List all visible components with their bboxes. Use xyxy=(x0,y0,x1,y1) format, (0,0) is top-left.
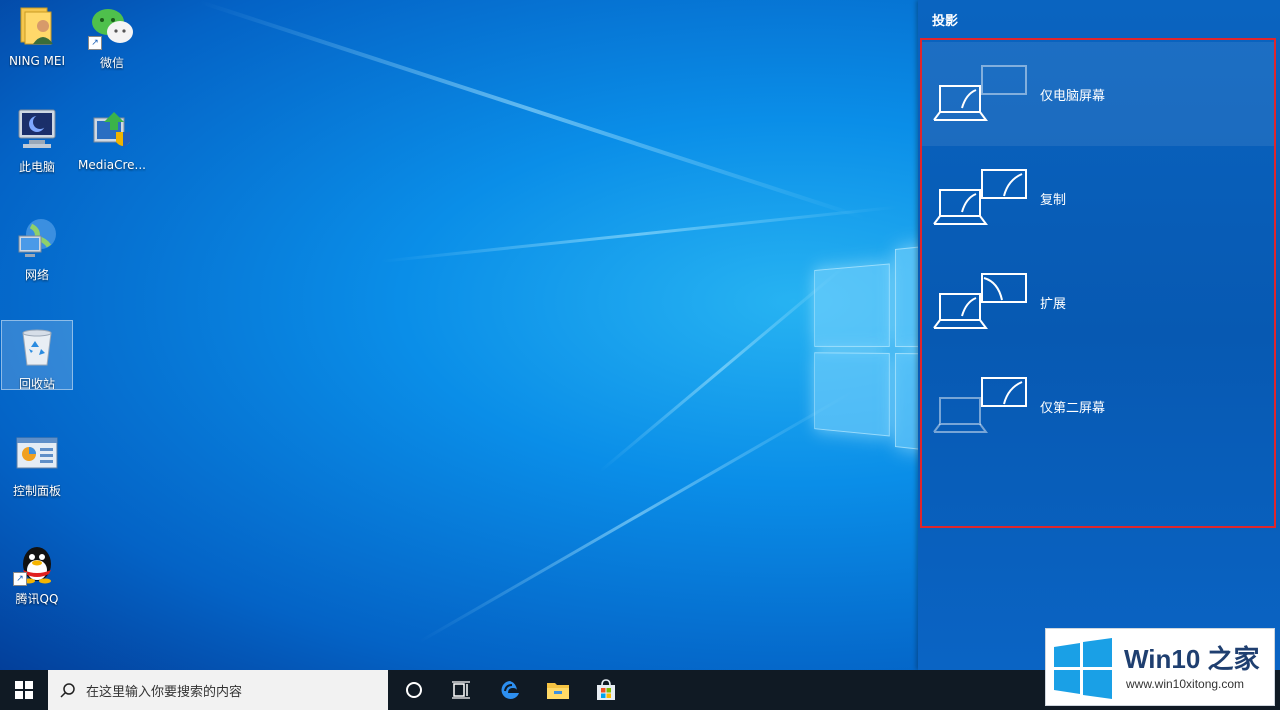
shortcut-arrow-icon: ↗ xyxy=(88,36,102,50)
control-panel-icon xyxy=(15,432,59,476)
desktop-icon-label: 腾讯QQ xyxy=(15,592,59,606)
project-options-highlight: 仅电脑屏幕 复制 扩展 仅第二屏幕 xyxy=(920,38,1276,528)
watermark: Win10 之家 www.win10xitong.com xyxy=(1045,628,1275,706)
desktop-icon-qq[interactable]: ↗ 腾讯QQ xyxy=(1,536,73,636)
desktop-icon-recycle-bin[interactable]: 回收站 xyxy=(1,320,73,390)
cortana-icon xyxy=(406,682,422,698)
option-label: 仅电脑屏幕 xyxy=(1040,88,1106,104)
wallpaper-beam xyxy=(199,0,867,221)
task-view-button[interactable] xyxy=(438,670,486,710)
desktop-icon-network[interactable]: 网络 xyxy=(1,212,73,312)
desktop-icon-wechat[interactable]: ↗ 微信 xyxy=(76,0,148,100)
option-label: 仅第二屏幕 xyxy=(1040,400,1106,416)
search-box[interactable]: 在这里输入你要搜索的内容 xyxy=(48,670,388,710)
edge-button[interactable] xyxy=(486,670,534,710)
search-placeholder: 在这里输入你要搜索的内容 xyxy=(86,684,243,700)
file-explorer-button[interactable] xyxy=(534,670,582,710)
start-icon xyxy=(15,681,33,699)
desktop-icon-label: 控制面板 xyxy=(12,484,61,498)
option-second-screen-only[interactable]: 仅第二屏幕 xyxy=(922,354,1274,458)
duplicate-icon xyxy=(932,168,1032,228)
task-view-icon xyxy=(452,681,470,699)
search-icon xyxy=(60,683,75,698)
watermark-url: www.win10xitong.com xyxy=(1126,677,1245,691)
shortcut-arrow-icon: ↗ xyxy=(13,572,27,586)
store-button[interactable] xyxy=(582,670,630,710)
wallpaper-beam xyxy=(419,390,854,643)
file-explorer-icon xyxy=(547,683,569,699)
option-pc-screen-only[interactable]: 仅电脑屏幕 xyxy=(922,42,1274,146)
panel-title: 投影 xyxy=(932,14,959,29)
desktop-icon-label: MediaCre... xyxy=(78,158,146,172)
option-extend[interactable]: 扩展 xyxy=(922,250,1274,354)
qq-icon: ↗ xyxy=(13,540,59,586)
wallpaper-beam xyxy=(599,264,847,473)
user-folder-icon xyxy=(15,4,59,48)
option-duplicate[interactable]: 复制 xyxy=(922,146,1274,250)
windows-logo-icon xyxy=(1052,637,1114,699)
desktop-icon-label: 此电脑 xyxy=(18,160,55,174)
desktop-icon-media-creation-tool[interactable]: MediaCre... xyxy=(76,104,148,204)
second-screen-only-icon xyxy=(932,376,1032,436)
desktop-icon-label: 回收站 xyxy=(18,377,55,389)
option-label: 扩展 xyxy=(1040,296,1067,312)
project-panel: 投影 仅电脑屏幕 复制 扩展 仅第二屏幕 xyxy=(918,0,1280,670)
desktop-icon-this-pc[interactable]: 此电脑 xyxy=(1,104,73,204)
desktop-icon-user-folder[interactable]: NING MEI xyxy=(1,0,73,100)
desktop-icon-control-panel[interactable]: 控制面板 xyxy=(1,428,73,528)
cortana-button[interactable] xyxy=(390,670,438,710)
edge-icon xyxy=(501,681,519,699)
media-creation-tool-icon xyxy=(90,108,134,152)
desktop-icon-label: 网络 xyxy=(24,268,49,282)
store-icon xyxy=(597,679,615,700)
network-icon xyxy=(15,216,59,260)
wechat-icon: ↗ xyxy=(88,4,134,50)
recycle-bin-icon xyxy=(15,325,59,369)
start-button[interactable] xyxy=(0,670,48,710)
desktop-icon-label: NING MEI xyxy=(8,54,66,68)
desktop-icon-label: 微信 xyxy=(99,56,124,70)
extend-icon xyxy=(932,272,1032,332)
watermark-title: Win10 之家 xyxy=(1124,644,1260,674)
this-pc-icon xyxy=(15,108,59,152)
option-label: 复制 xyxy=(1040,192,1067,208)
pc-screen-only-icon xyxy=(932,64,1032,124)
